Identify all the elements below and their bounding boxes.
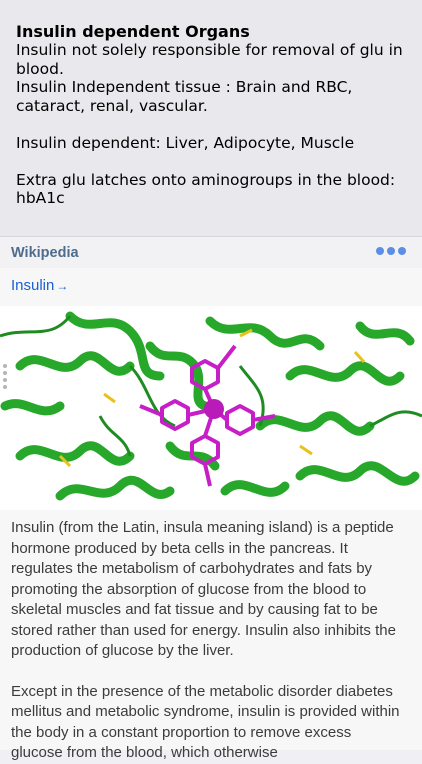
handle-dot	[3, 378, 7, 382]
dot	[387, 247, 395, 255]
ellipsis-icon[interactable]	[376, 247, 406, 255]
note-card: Insulin dependent Organs Insulin not sol…	[0, 0, 422, 236]
article-paragraph: Insulin (from the Latin, insula meaning …	[11, 519, 396, 659]
article-link-row: Insulin →	[0, 268, 422, 306]
insulin-structure-image	[0, 306, 422, 510]
dot	[398, 247, 406, 255]
wiki-header: Wikipedia	[0, 236, 422, 268]
note-title: Insulin dependent Organs	[16, 22, 250, 41]
dot	[376, 247, 384, 255]
handle-dot	[3, 364, 7, 368]
wiki-article-content: Insulin (from the Latin, insula meaning …	[0, 510, 422, 761]
wiki-source-label: Wikipedia	[11, 245, 79, 261]
note-body[interactable]: Insulin not solely responsible for remov…	[16, 41, 406, 208]
handle-dot	[3, 371, 7, 375]
insulin-article-link-text: Insulin	[11, 277, 55, 294]
article-paragraph: Except in the presence of the metabolic …	[11, 682, 400, 762]
handle-dot	[3, 385, 7, 389]
protein-ribbon-illustration	[0, 306, 422, 510]
arrow-right-icon: →	[56, 279, 69, 293]
insulin-article-link[interactable]: Insulin →	[11, 277, 68, 294]
drag-handle-icon[interactable]	[3, 364, 8, 389]
